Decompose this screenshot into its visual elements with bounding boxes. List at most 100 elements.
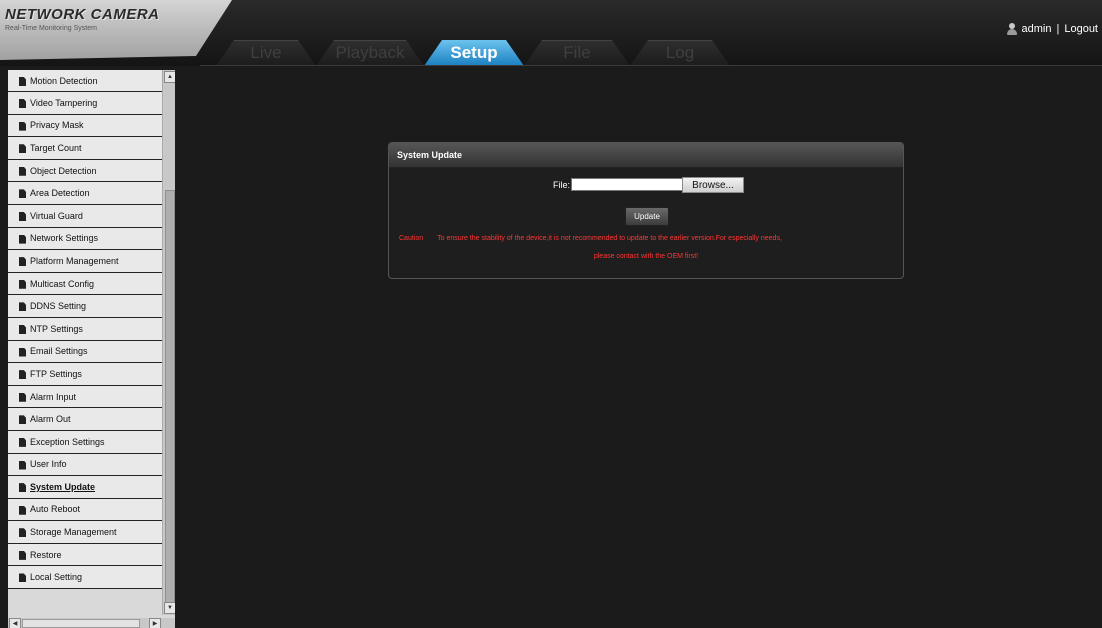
sidebar: Motion Detection Video Tampering Privacy M… [8,70,175,628]
sidebar-item-label: Alarm Input [30,391,77,402]
page-icon [19,99,26,108]
sidebar-item-object-detection[interactable]: Object Detection [8,159,162,183]
scroll-down-icon[interactable]: ▼ [164,602,175,614]
sidebar-item-label: Virtual Guard [30,210,83,221]
sidebar-item-target-count[interactable]: Target Count [8,137,162,160]
page-icon [19,415,26,425]
sidebar-item-label: Object Detection [30,165,97,176]
sidebar-item-label: Restore [30,549,62,560]
file-row: File: Browse... [389,177,903,193]
sidebar-item-label: User Info [30,459,67,470]
page-icon [19,573,26,583]
sidebar-item-storage-management[interactable]: Storage Management [8,521,162,544]
sidebar-horizontal-scrollbar[interactable]: ◀ ▶ [8,618,175,628]
page-icon [19,460,26,470]
browse-button[interactable]: Browse... [682,177,744,193]
caution-text-line2: please contact with the OEM first! [593,253,699,260]
sidebar-item-email-settings[interactable]: Email Settings [8,340,162,364]
sidebar-item-label: System Update [30,481,96,492]
sidebar-nav-list: Motion Detection Video Tampering Privacy M… [8,70,162,590]
scroll-right-icon[interactable]: ▶ [149,618,161,628]
sidebar-item-label: Motion Detection [30,75,98,86]
sidebar-item-area-detection[interactable]: Area Detection [8,182,162,205]
update-button[interactable]: Update [625,207,669,226]
sidebar-item-label: Privacy Mask [30,120,84,131]
sidebar-item-label: Platform Management [30,255,119,266]
sidebar-item-label: Storage Management [30,527,117,538]
tab-playback[interactable]: Playback [316,40,424,66]
sidebar-item-label: Area Detection [30,188,90,199]
sidebar-item-label: NTP Settings [30,323,83,334]
page-icon [19,234,26,244]
sidebar-item-platform-management[interactable]: Platform Management [8,250,162,273]
page-icon [19,166,26,176]
sidebar-item-label: Target Count [30,142,82,153]
sidebar-item-label: Email Settings [30,346,88,357]
page-icon [19,528,26,538]
sidebar-hscroll-thumb[interactable] [22,619,140,628]
logo-title: NETWORK CAMERA [5,6,160,23]
sidebar-item-restore[interactable]: Restore [8,543,162,567]
sidebar-item-label: Alarm Out [30,414,71,425]
sidebar-item-multicast-config[interactable]: Multicast Config [8,272,162,296]
tabs-baseline [200,65,1102,66]
tab-setup[interactable]: Setup [424,40,524,66]
panel-title: System Update [389,143,903,168]
sidebar-item-virtual-guard[interactable]: Virtual Guard [8,204,162,228]
sidebar-vertical-scrollbar[interactable]: ▲ ▼ [162,70,175,615]
page-icon [19,302,26,312]
page-icon [19,211,26,221]
scroll-left-icon[interactable]: ◀ [9,618,21,628]
logo: NETWORK CAMERA Real-Time Monitoring Syst… [0,0,232,60]
page-icon [19,392,26,402]
sidebar-item-ddns-setting[interactable]: DDNS Setting [8,295,162,318]
sidebar-item-exception-settings[interactable]: Exception Settings [8,430,162,454]
page-icon [19,324,26,334]
page-icon [19,483,26,493]
sidebar-item-label: Local Setting [30,572,83,583]
user-separator: | [1056,23,1060,35]
tab-log-label: Log [665,43,695,62]
sidebar-item-label: Auto Reboot [30,504,81,515]
sidebar-item-label: DDNS Setting [30,301,87,312]
user-area: admin | Logout [1006,23,1098,35]
page-icon [19,505,26,515]
page-icon [19,121,26,131]
system-update-panel: System Update File: Browse... Update Cau… [388,142,904,279]
sidebar-item-motion-detection[interactable]: Motion Detection [8,70,162,92]
sidebar-item-ftp-settings[interactable]: FTP Settings [8,363,162,386]
sidebar-item-privacy-mask[interactable]: Privacy Mask [8,114,162,138]
caution-message: Caution To ensure the stability of the de… [399,235,895,242]
page-icon [19,279,26,289]
sidebar-item-local-setting[interactable]: Local Setting [8,566,162,590]
file-input[interactable] [571,178,685,191]
tab-live[interactable]: Live [216,40,316,66]
sidebar-item-alarm-out[interactable]: Alarm Out [8,408,162,431]
user-icon [1006,23,1017,35]
sidebar-item-label: Network Settings [30,233,99,244]
sidebar-item-user-info[interactable]: User Info [8,453,162,477]
logo-subtitle: Real-Time Monitoring System [5,25,97,32]
sidebar-item-network-settings[interactable]: Network Settings [8,227,162,251]
sidebar-item-system-update[interactable]: System Update [8,476,162,499]
username: admin [1021,23,1052,35]
caution-text: To ensure the stability of the device,it… [437,235,782,242]
sidebar-item-ntp-settings[interactable]: NTP Settings [8,317,162,341]
logout-link[interactable]: Logout [1064,23,1098,35]
sidebar-item-label: FTP Settings [30,368,82,379]
tab-log[interactable]: Log [630,40,730,66]
tab-file[interactable]: File [524,40,630,66]
sidebar-item-auto-reboot[interactable]: Auto Reboot [8,498,162,522]
page-icon [19,437,26,447]
file-label: File: [553,180,571,190]
caution-label: Caution [399,235,424,242]
tab-live-label: Live [250,43,282,62]
page-icon [19,144,26,154]
tab-playback-label: Playback [335,43,405,62]
scroll-up-icon[interactable]: ▲ [164,71,175,83]
page-icon [19,77,26,86]
sidebar-item-alarm-input[interactable]: Alarm Input [8,385,162,409]
sidebar-item-video-tampering[interactable]: Video Tampering [8,92,162,115]
sidebar-scroll-thumb[interactable] [165,190,175,612]
sidebar-item-label: Multicast Config [30,278,95,289]
